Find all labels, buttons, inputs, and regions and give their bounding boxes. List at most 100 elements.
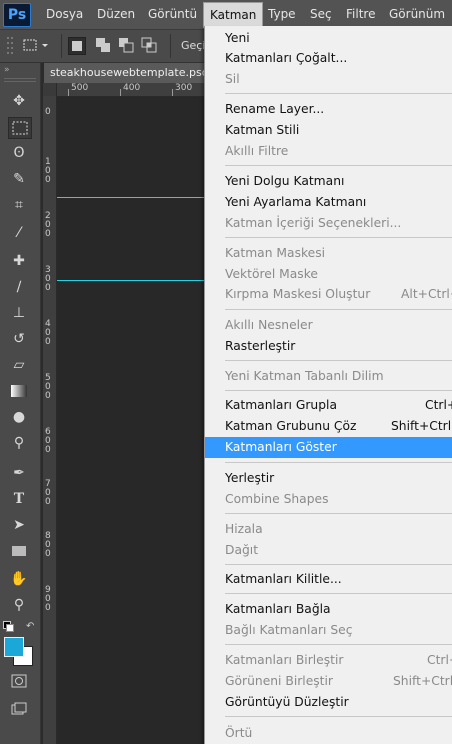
menu-item-create-clipping-mask[interactable]: Kırpma Maskesi OluşturAlt+Ctrl+ (205, 284, 452, 305)
menu-layer[interactable]: Katman (203, 2, 264, 28)
gradient-tool-icon[interactable] (8, 381, 30, 401)
menu-shortcut: Ctrl+ (425, 398, 452, 412)
menu-item-matting[interactable]: Örtü (205, 723, 452, 744)
path-selection-tool-icon[interactable]: ➤ (8, 515, 30, 535)
menu-image[interactable]: Görüntü (142, 0, 203, 29)
menu-item-smart-objects[interactable]: Akıllı Nesneler (205, 315, 452, 336)
foreground-color-swatch[interactable] (4, 637, 24, 657)
menu-select[interactable]: Seç (304, 0, 338, 29)
menu-item-vector-mask[interactable]: Vektörel Maske (205, 264, 452, 285)
menu-item-layer-content-options[interactable]: Katman İçeriği Seçenekleri... (205, 213, 452, 234)
menu-item-merge-layers[interactable]: Katmanları BirleştirCtrl+ (205, 650, 452, 671)
dodge-tool-icon[interactable]: ⚲ (8, 433, 30, 453)
tools-panel: » ✥ ʘ ✎ ⌗ ⁄ ✚ ∕ ⊥ ↺ ▱ ● ⚲ ✒ T ➤ ✋ ⚲ ↶ (0, 63, 41, 744)
menu-item-new-fill-layer[interactable]: Yeni Dolgu Katmanı (205, 171, 452, 192)
menu-item-new-layer-based-slice[interactable]: Yeni Katman Tabanlı Dilim (205, 366, 452, 387)
menu-item-rasterize[interactable]: Rasterleştir (205, 336, 452, 357)
menu-shortcut: Shift+Ctrl+ (391, 419, 452, 433)
guide-line[interactable] (57, 197, 207, 198)
eraser-tool-icon[interactable]: ▱ (8, 355, 30, 375)
pen-tool-icon[interactable]: ✒ (8, 463, 30, 483)
menu-item-link-layers[interactable]: Katmanları Bağla (205, 599, 452, 620)
clone-stamp-tool-icon[interactable]: ⊥ (8, 303, 30, 323)
crop-tool-icon[interactable]: ⌗ (8, 195, 30, 215)
menu-item-smart-filter[interactable]: Akıllı Filtre (205, 141, 452, 162)
menu-item-combine-shapes[interactable]: Combine Shapes (205, 489, 452, 510)
menu-item-new-adjustment-layer[interactable]: Yeni Ayarlama Katmanı (205, 192, 452, 213)
menu-item-layer-style[interactable]: Katman Stili (205, 120, 452, 141)
chevron-down-icon[interactable] (40, 37, 50, 53)
menu-item-align[interactable]: Hizala (205, 519, 452, 540)
type-tool-icon[interactable]: T (8, 489, 30, 509)
menu-item-select-linked-layers[interactable]: Bağlı Katmanları Seç (205, 620, 452, 641)
ruler-label: 1 0 0 (45, 157, 51, 185)
quick-selection-tool-icon[interactable]: ✎ (8, 169, 30, 189)
menu-edit[interactable]: Düzen (91, 0, 141, 29)
menu-item-distribute[interactable]: Dağıt (205, 540, 452, 561)
quick-mask-icon[interactable] (8, 671, 30, 691)
ruler-origin (43, 83, 57, 96)
menu-item-group-layers[interactable]: Katmanları GruplaCtrl+ (205, 395, 452, 416)
menu-separator (225, 93, 452, 94)
ruler-label: 4 0 0 (45, 319, 51, 347)
subtract-selection-icon[interactable] (118, 37, 134, 53)
history-brush-tool-icon[interactable]: ↺ (8, 329, 30, 349)
ruler-label: 3 0 0 (45, 265, 51, 293)
document-tab[interactable]: steakhousewebtemplate.psd (44, 63, 212, 83)
lasso-tool-icon[interactable]: ʘ (8, 143, 30, 163)
menu-item-new[interactable]: Yeni (205, 28, 452, 49)
default-colors-icon[interactable] (3, 621, 14, 632)
menu-item-lock-layers[interactable]: Katmanları Kilitle... (205, 569, 452, 590)
vertical-ruler: 0 1 0 0 2 0 0 3 0 0 4 0 0 5 0 0 6 0 0 7 … (43, 96, 57, 744)
grip-icon (7, 37, 13, 54)
menu-item-rename-layer[interactable]: Rename Layer... (205, 99, 452, 120)
ruler-label: 8 0 0 (45, 531, 51, 559)
menu-item-duplicate-layers[interactable]: Katmanları Çoğalt... (205, 48, 452, 69)
menu-item-arrange[interactable]: Yerleştir (205, 468, 452, 489)
rectangle-tool-icon[interactable] (8, 541, 30, 561)
layer-menu-dropdown: Yeni Katmanları Çoğalt... Sil Rename Lay… (204, 26, 452, 744)
ruler-label: 300 (175, 83, 193, 93)
ruler-label: 2 0 0 (45, 211, 51, 239)
menu-type[interactable]: Type (262, 0, 302, 29)
move-tool-icon[interactable]: ✥ (8, 91, 30, 111)
menu-separator (225, 237, 452, 238)
divider (170, 34, 171, 58)
hand-tool-icon[interactable]: ✋ (8, 569, 30, 589)
blur-tool-icon[interactable]: ● (8, 407, 30, 427)
menu-filter[interactable]: Filtre (340, 0, 381, 29)
menu-view[interactable]: Görünüm (383, 0, 451, 29)
screen-mode-icon[interactable] (8, 699, 30, 719)
marquee-preset-icon[interactable] (22, 37, 38, 53)
zoom-tool-icon[interactable]: ⚲ (8, 595, 30, 615)
menu-separator (225, 564, 452, 565)
panel-grip (4, 78, 36, 82)
menu-separator (225, 644, 452, 645)
menu-item-show-layers[interactable]: Katmanları Göster (205, 437, 452, 458)
menu-item-layer-mask[interactable]: Katman Maskesi (205, 243, 452, 264)
menu-item-merge-visible[interactable]: Görüneni BirleştirShift+Ctrl+ (205, 671, 452, 692)
menu-separator (225, 165, 452, 166)
new-selection-icon[interactable] (68, 37, 86, 55)
menu-shortcut: Alt+Ctrl+ (401, 287, 452, 301)
menu-shortcut: Shift+Ctrl+ (393, 674, 452, 688)
menu-item-ungroup-layers[interactable]: Katman Grubunu ÇözShift+Ctrl+ (205, 416, 452, 437)
menu-item-flatten-image[interactable]: Görüntüyü Düzleştir (205, 692, 452, 713)
swap-colors-icon[interactable]: ↶ (26, 621, 34, 632)
add-selection-icon[interactable] (95, 37, 111, 53)
healing-brush-tool-icon[interactable]: ✚ (8, 251, 30, 271)
intersect-selection-icon[interactable] (141, 37, 157, 53)
ruler-label: 9 0 0 (45, 585, 51, 613)
menu-file[interactable]: Dosya (40, 0, 89, 29)
ruler-label: 500 (71, 83, 89, 93)
brush-tool-icon[interactable]: ∕ (8, 277, 30, 297)
ruler-label: 0 (45, 107, 51, 117)
guide-line[interactable] (57, 280, 207, 281)
eyedropper-tool-icon[interactable]: ⁄ (8, 223, 30, 243)
menu-item-delete[interactable]: Sil (205, 69, 452, 90)
menu-separator (225, 360, 452, 361)
marquee-tool-icon[interactable] (8, 117, 32, 139)
menu-shortcut: Ctrl+ (427, 653, 452, 667)
collapse-icon[interactable]: » (4, 65, 10, 75)
photoshop-logo: Ps (3, 3, 31, 27)
